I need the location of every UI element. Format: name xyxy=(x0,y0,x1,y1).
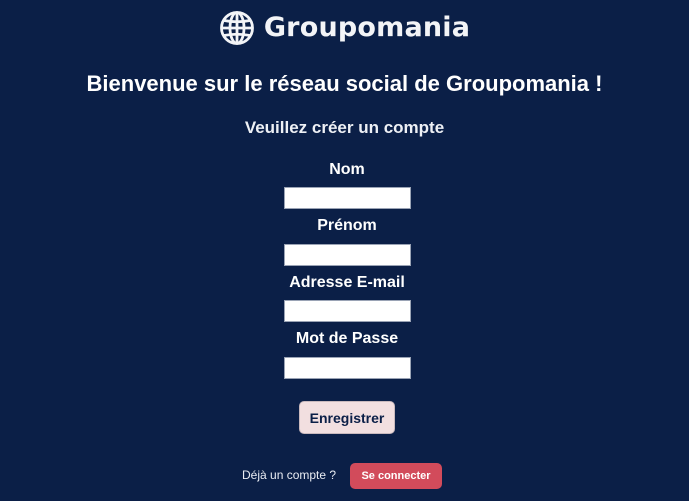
signup-page: Groupomania Bienvenue sur le réseau soci… xyxy=(0,0,689,501)
password-input[interactable] xyxy=(284,357,411,379)
last-name-label: Nom xyxy=(329,161,365,178)
login-button[interactable]: Se connecter xyxy=(350,463,442,489)
first-name-label: Prénom xyxy=(317,217,377,234)
password-label: Mot de Passe xyxy=(295,330,399,347)
last-name-input[interactable] xyxy=(284,187,411,209)
register-button[interactable]: Enregistrer xyxy=(299,401,395,434)
email-input[interactable] xyxy=(284,300,411,322)
create-account-subtitle: Veuillez créer un compte xyxy=(244,118,445,137)
brand-name: Groupomania xyxy=(263,12,471,43)
already-account-text: Déjà un compte ? xyxy=(242,468,337,482)
brand-logo: Groupomania xyxy=(0,10,689,46)
globe-icon xyxy=(219,10,255,46)
first-name-input[interactable] xyxy=(284,244,411,266)
welcome-heading: Bienvenue sur le réseau social de Groupo… xyxy=(86,71,603,96)
email-label: Adresse E-mail xyxy=(289,274,405,291)
